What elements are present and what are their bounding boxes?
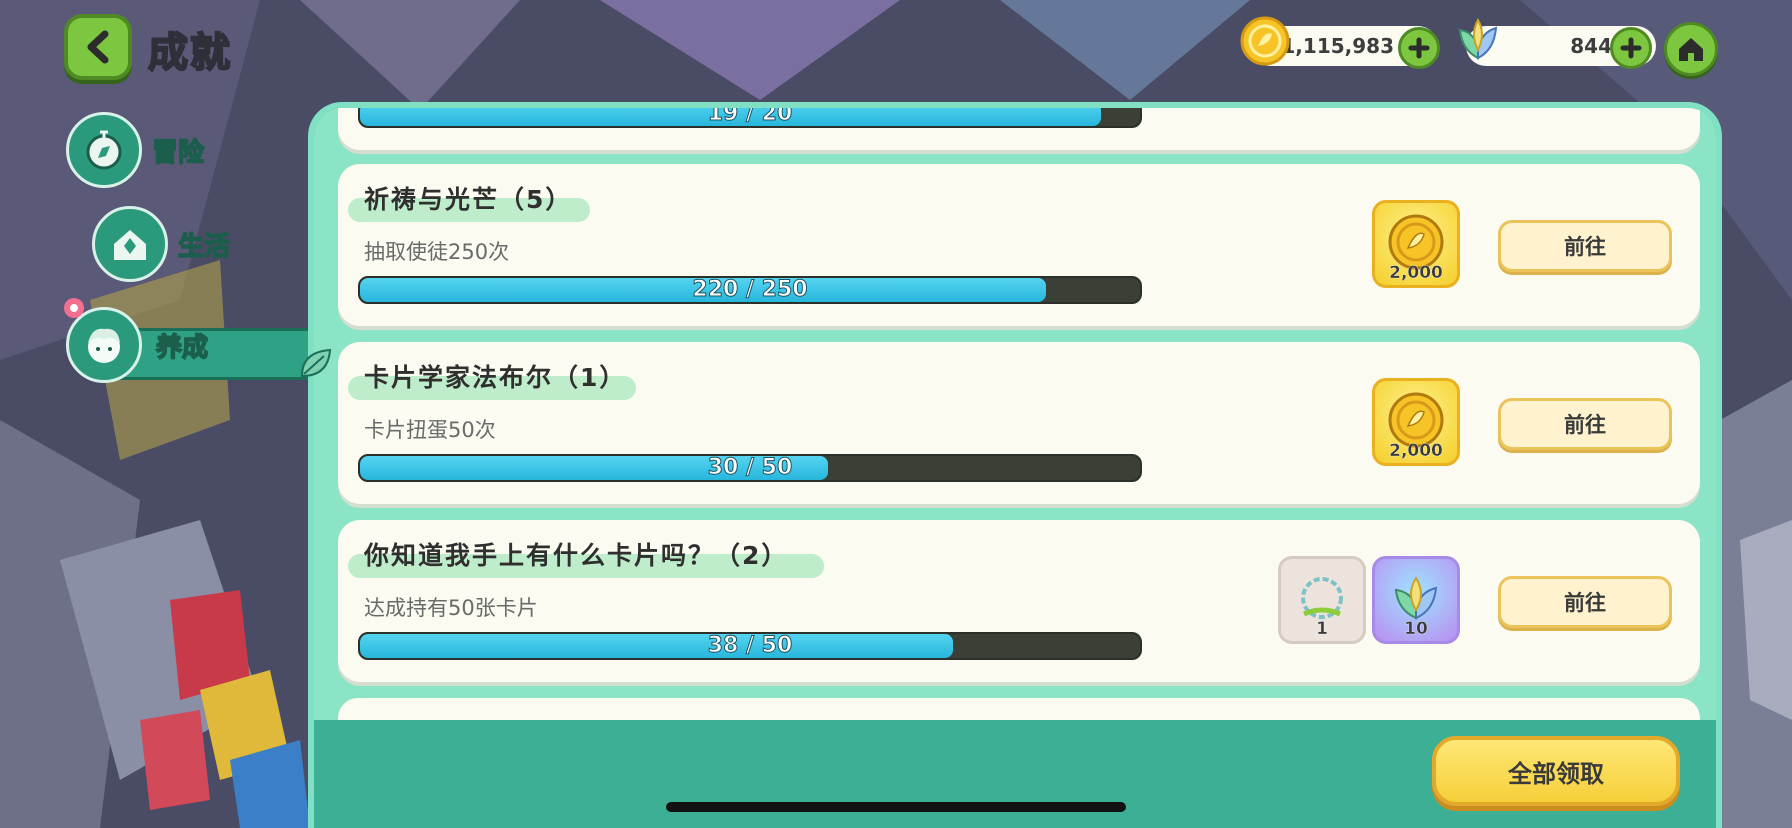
- nav-item-life[interactable]: 生活: [92, 206, 231, 282]
- achievement-card-0: 19 / 20: [338, 108, 1700, 150]
- achievement-title: 卡片学家法布尔（1）: [364, 363, 627, 392]
- leaf-icon: [300, 348, 332, 378]
- home-indicator: [666, 802, 1126, 812]
- reward-item[interactable]: 2,000: [1372, 200, 1460, 288]
- achievement-description: 达成持有50张卡片: [364, 596, 538, 620]
- achievement-panel: 19 / 20 祈祷与光芒（5） 抽取使徒250次 220 / 250 2,00…: [308, 102, 1722, 828]
- achievement-title: 你知道我手上有什么卡片吗？（2）: [364, 541, 789, 570]
- nav-item-growth[interactable]: 养成: [64, 298, 336, 390]
- nav-item-adventure-badge: [66, 112, 142, 188]
- nav-item-adventure-label: 冒险: [151, 137, 205, 169]
- progress-bar: 30 / 50: [358, 454, 1142, 482]
- character-avatar-icon: [88, 328, 120, 363]
- achievement-description: 抽取使徒250次: [364, 240, 510, 264]
- go-button[interactable]: 前往: [1498, 220, 1672, 272]
- progress-text: 19 / 20: [707, 108, 793, 126]
- plus-icon: [1620, 37, 1642, 59]
- progress-text: 220 / 250: [692, 277, 808, 302]
- progress-bar: 220 / 250: [358, 276, 1142, 304]
- progress-bar: 38 / 50: [358, 632, 1142, 660]
- nav-item-life-badge: [92, 206, 168, 282]
- achievement-list[interactable]: 19 / 20 祈祷与光芒（5） 抽取使徒250次 220 / 250 2,00…: [314, 108, 1716, 720]
- rainbow-leaf-icon: [1458, 17, 1498, 60]
- flower-badge-icon: [64, 298, 84, 318]
- add-gold-button[interactable]: [1398, 27, 1440, 69]
- back-button[interactable]: [64, 14, 132, 80]
- page-title: 成就: [147, 29, 232, 77]
- nav-item-adventure[interactable]: 冒险: [66, 112, 205, 188]
- plus-icon: [1408, 37, 1430, 59]
- reward-quantity: 1: [1316, 619, 1328, 639]
- achievement-description: 卡片扭蛋50次: [364, 418, 496, 442]
- house-icon: [114, 230, 146, 260]
- achievement-card-1: 祈祷与光芒（5） 抽取使徒250次 220 / 250 2,000 前往: [338, 164, 1700, 326]
- gold-coin-icon: [1240, 16, 1290, 66]
- claim-all-button[interactable]: 全部领取: [1432, 736, 1680, 806]
- home-button[interactable]: [1664, 22, 1718, 76]
- achievement-card-4: [338, 698, 1700, 720]
- leaf-amount: 844: [1570, 34, 1612, 58]
- gold-amount: 1,115,983: [1281, 34, 1394, 58]
- achievement-title: 祈祷与光芒（5）: [364, 185, 573, 214]
- achievement-card-3: 你知道我手上有什么卡片吗？（2） 达成持有50张卡片 38 / 50 1 10 …: [338, 520, 1700, 682]
- progress-bar: 19 / 20: [358, 108, 1142, 128]
- reward-quantity: 10: [1404, 619, 1428, 639]
- go-button[interactable]: 前往: [1498, 398, 1672, 450]
- go-button[interactable]: 前往: [1498, 576, 1672, 628]
- chevron-left-icon: [87, 30, 109, 64]
- compass-icon: [86, 130, 122, 170]
- progress-text: 30 / 50: [707, 455, 793, 480]
- reward-quantity: 2,000: [1389, 441, 1443, 461]
- reward-item[interactable]: 10: [1372, 556, 1460, 644]
- add-leaf-button[interactable]: [1610, 27, 1652, 69]
- nav-item-growth-label: 养成: [155, 332, 209, 364]
- nav-item-life-label: 生活: [177, 231, 231, 263]
- achievement-card-2: 卡片学家法布尔（1） 卡片扭蛋50次 30 / 50 2,000 前往: [338, 342, 1700, 504]
- reward-item[interactable]: 1: [1278, 556, 1366, 644]
- reward-quantity: 2,000: [1389, 263, 1443, 283]
- reward-item[interactable]: 2,000: [1372, 378, 1460, 466]
- home-icon: [1679, 38, 1703, 61]
- progress-text: 38 / 50: [707, 633, 793, 658]
